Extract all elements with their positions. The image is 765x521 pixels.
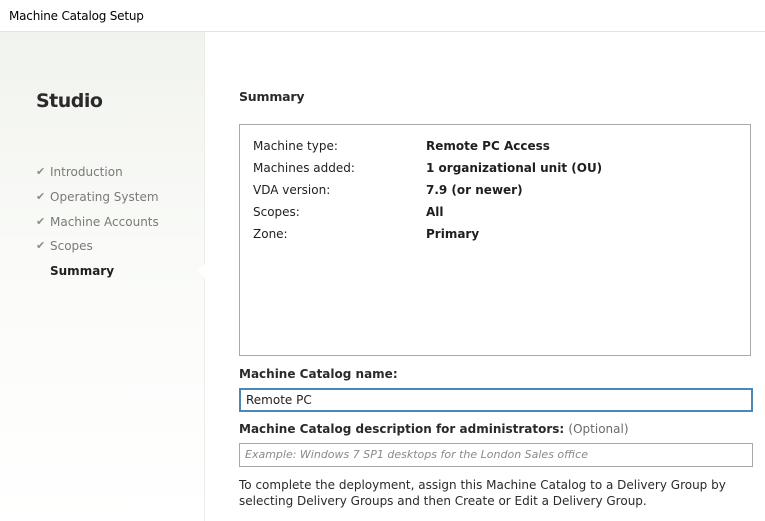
step-label: Operating System	[50, 189, 159, 204]
instructions-text: To complete the deployment, assign this …	[239, 478, 726, 508]
check-icon: ✔	[36, 189, 46, 203]
check-icon: ✔	[36, 214, 46, 228]
description-label: Machine Catalog description for administ…	[239, 422, 629, 436]
optional-label: (Optional)	[568, 422, 629, 436]
wizard-main: Summary Machine type: Remote PC Access M…	[205, 32, 765, 521]
summary-box: Machine type: Remote PC Access Machines …	[239, 124, 751, 356]
window-title: Machine Catalog Setup	[9, 9, 144, 23]
summary-value: 7.9 (or newer)	[426, 183, 523, 197]
check-icon: ✔	[36, 239, 46, 253]
step-summary[interactable]: Summary	[36, 264, 159, 289]
page-title: Summary	[239, 89, 305, 104]
current-step-pointer	[198, 264, 205, 278]
summary-value: Remote PC Access	[426, 139, 550, 153]
summary-key: Zone:	[253, 227, 288, 241]
summary-value: 1 organizational unit (OU)	[426, 161, 603, 175]
step-label: Machine Accounts	[50, 214, 159, 229]
window-titlebar: Machine Catalog Setup	[0, 0, 765, 32]
wizard-steps: ✔ Introduction ✔ Operating System ✔ Mach…	[36, 165, 159, 289]
summary-value: Primary	[426, 227, 480, 241]
summary-value: All	[426, 205, 444, 219]
description-label-text: Machine Catalog description for administ…	[239, 422, 565, 436]
step-label: Summary	[50, 264, 115, 279]
description-input[interactable]: Example: Windows 7 SP1 desktops for the …	[239, 443, 753, 467]
step-label: Introduction	[50, 165, 123, 179]
step-scopes[interactable]: ✔ Scopes	[36, 239, 159, 264]
summary-key: Scopes:	[253, 205, 300, 219]
summary-key: Machine type:	[253, 139, 338, 153]
step-introduction[interactable]: ✔ Introduction	[36, 165, 159, 190]
step-machine-accounts[interactable]: ✔ Machine Accounts	[36, 215, 159, 240]
check-icon: ✔	[36, 165, 46, 178]
step-label: Scopes	[50, 239, 93, 254]
summary-key: VDA version:	[253, 183, 331, 197]
catalog-name-input[interactable]: Remote PC	[239, 388, 753, 412]
step-operating-system[interactable]: ✔ Operating System	[36, 190, 159, 215]
studio-brand: Studio	[36, 90, 103, 112]
wizard-sidebar: Studio ✔ Introduction ✔ Operating System…	[0, 32, 205, 521]
summary-key: Machines added:	[253, 161, 355, 175]
catalog-name-label: Machine Catalog name:	[239, 367, 398, 381]
